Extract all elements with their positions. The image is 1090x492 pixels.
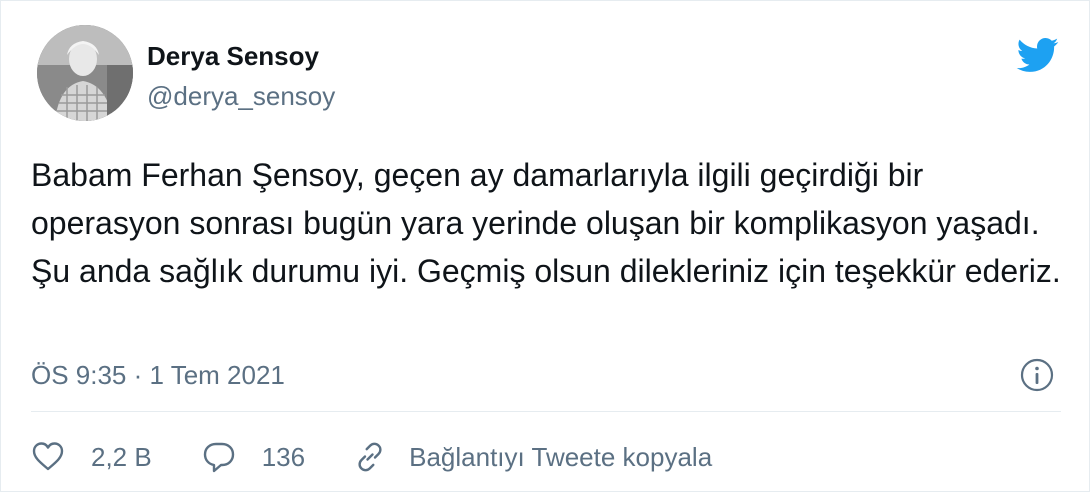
tweet-card: Derya Sensoy @derya_sensoy Babam Ferhan … bbox=[0, 0, 1090, 492]
info-icon[interactable] bbox=[1019, 357, 1055, 393]
copy-link-button[interactable]: Bağlantıyı Tweete kopyala bbox=[353, 440, 712, 474]
speech-bubble-icon bbox=[202, 440, 236, 474]
author-handle[interactable]: @derya_sensoy bbox=[147, 81, 335, 111]
reply-count: 136 bbox=[261, 442, 306, 472]
heart-icon bbox=[31, 440, 65, 474]
divider bbox=[31, 411, 1061, 412]
tweet-actions: 2,2 B 136 Bağlantıyı Tweete kopyala bbox=[31, 437, 712, 477]
copy-link-label: Bağlantıyı Tweete kopyala bbox=[409, 442, 713, 472]
reply-button[interactable]: 136 bbox=[202, 440, 305, 474]
tweet-timestamp[interactable]: ÖS 9:35 · 1 Tem 2021 bbox=[31, 359, 285, 391]
tweet-text: Babam Ferhan Şensoy, geçen ay damarlarıy… bbox=[31, 157, 1061, 289]
author-display-name[interactable]: Derya Sensoy bbox=[147, 41, 319, 71]
twitter-bird-icon[interactable] bbox=[1011, 33, 1063, 77]
link-icon bbox=[353, 440, 387, 474]
avatar-image bbox=[37, 25, 133, 121]
avatar[interactable] bbox=[37, 25, 133, 121]
like-button[interactable]: 2,2 B bbox=[31, 440, 152, 474]
like-count: 2,2 B bbox=[91, 442, 152, 472]
